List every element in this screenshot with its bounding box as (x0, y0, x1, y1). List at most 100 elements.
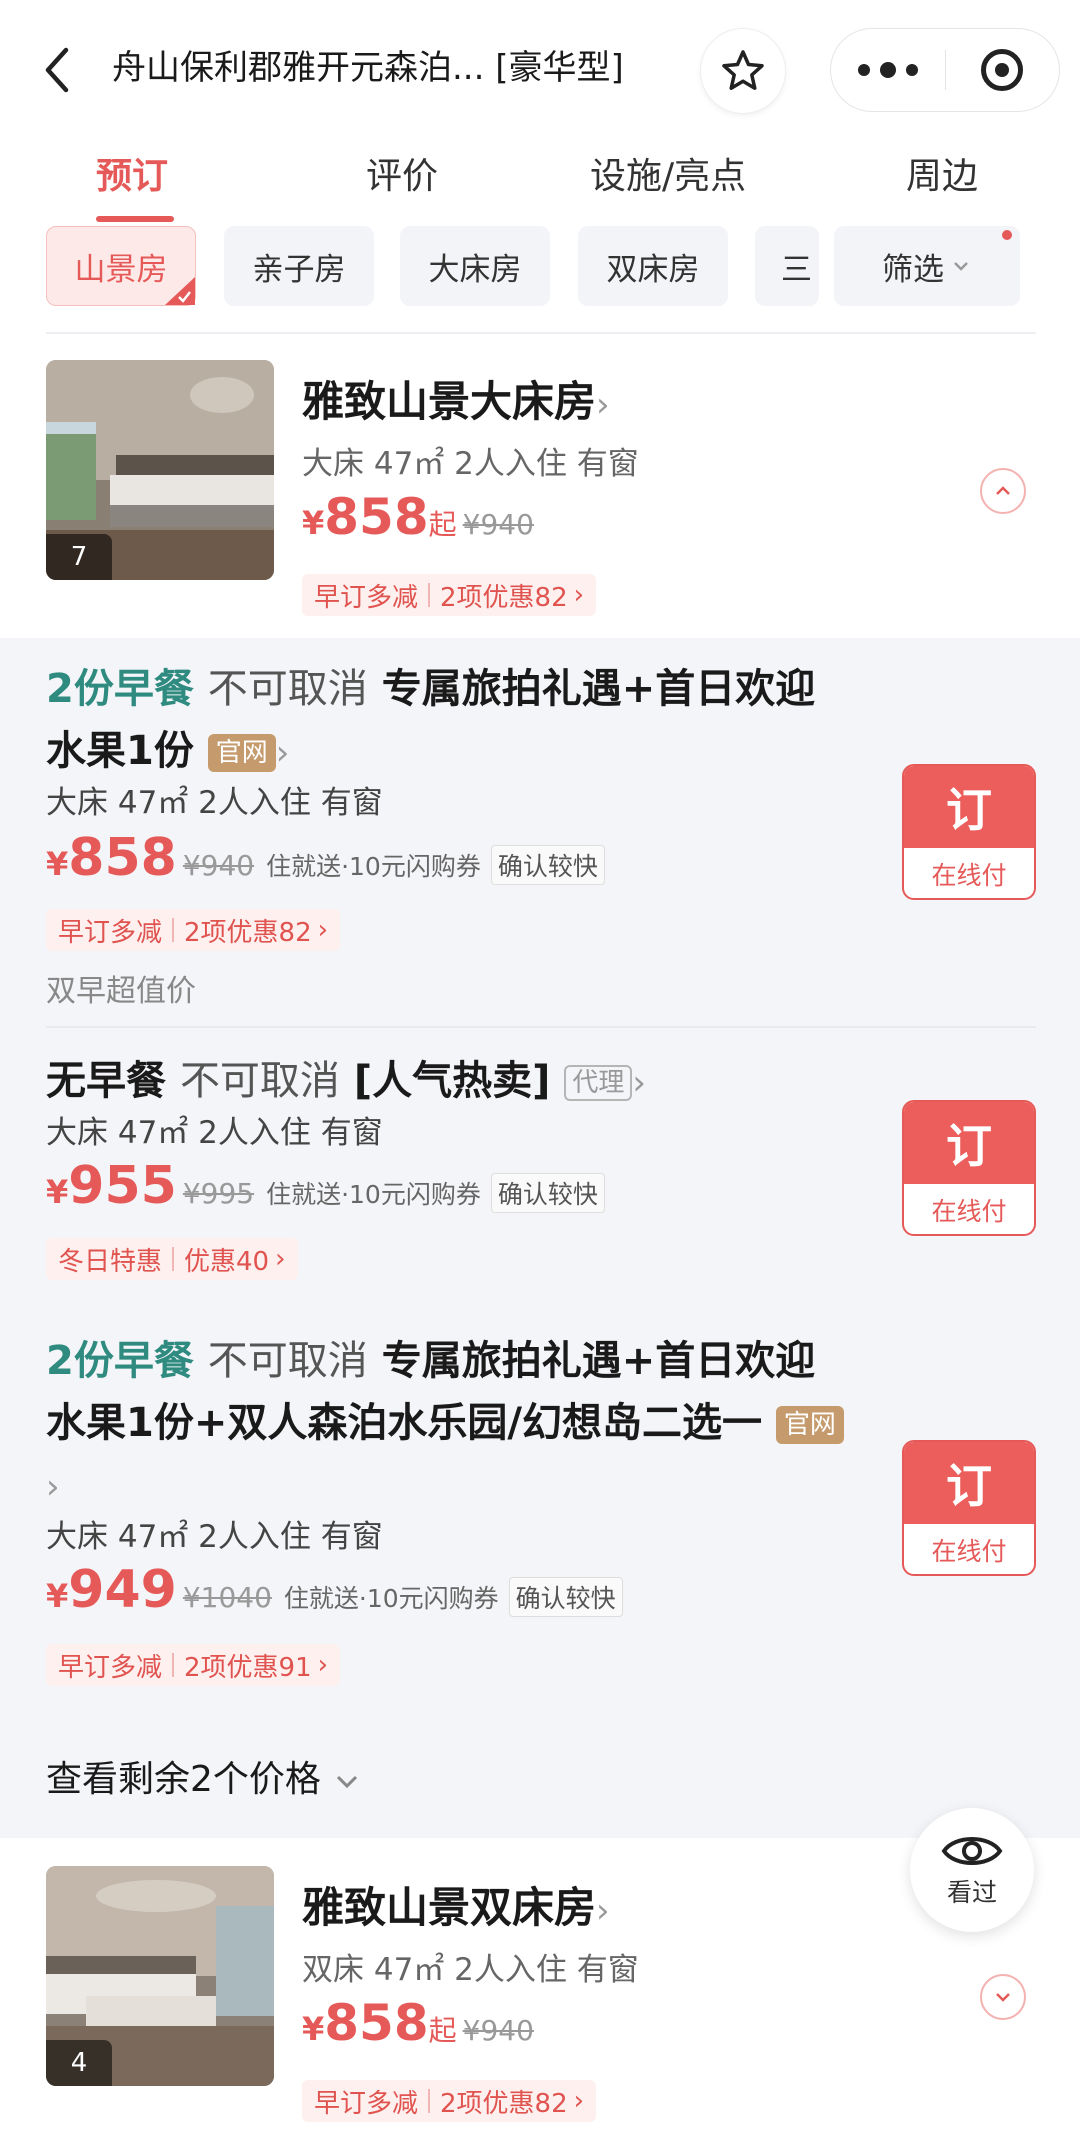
promo-label: 早订多减 (314, 2088, 419, 2119)
price-value: 858 (324, 1994, 429, 2052)
divider (46, 1026, 1036, 1028)
currency: ¥ (302, 2010, 325, 2048)
chip-label: 山景房 (74, 251, 168, 288)
plan-price: ¥955 ¥995 住就送·10元闪购券 确认较快 (46, 1156, 605, 1216)
plan-title[interactable]: 无早餐 不可取消 [人气热卖] 代理 › (46, 1050, 846, 1114)
confirm-badge: 确认较快 (490, 1173, 605, 1213)
star-icon (722, 50, 764, 90)
price-value: 858 (324, 488, 429, 546)
plan-price: ¥858 ¥940 住就送·10元闪购券 确认较快 (46, 828, 605, 888)
plan-name: [人气热卖] (353, 1058, 551, 1104)
confirm-badge: 确认较快 (490, 845, 605, 885)
hotel-room-list-page: 舟山保利郡雅开元森泊... [豪华型] 预订 评价 设施/亮点 周边 山景房 亲… (0, 0, 1080, 2144)
book-button[interactable]: 订 在线付 (902, 1100, 1036, 1236)
room-name[interactable]: 雅致山景大床房› (302, 372, 610, 435)
promo-discount: 2项优惠82 (440, 2088, 568, 2119)
original-price: ¥940 (462, 2014, 534, 2047)
official-tag: 官网 (775, 1406, 844, 1444)
price-value: 949 (68, 1560, 177, 1620)
book-button[interactable]: 订 在线付 (902, 764, 1036, 900)
filter-active-dot (1002, 230, 1012, 240)
breakfast-label: 2份早餐 (46, 1338, 194, 1384)
plan-title[interactable]: 2份早餐 不可取消 专属旅拍礼遇+首日欢迎水果1份+双人森泊水乐园/幻想岛二选一… (46, 1330, 846, 1518)
pay-online-label: 在线付 (931, 1537, 1007, 1566)
plan-meta: 大床 47㎡ 2人入住 有窗 (46, 1519, 383, 1555)
original-price: ¥995 (182, 1177, 255, 1210)
room-photo[interactable]: 4 (46, 1866, 274, 2086)
original-price: ¥940 (182, 849, 255, 882)
tab-facilities[interactable]: 设施/亮点 (590, 150, 746, 204)
room-price: ¥858起 ¥940 (302, 1994, 534, 2052)
cancel-policy: 不可取消 (207, 666, 368, 712)
book-label: 订 (904, 766, 1034, 848)
promo-discount: 2项优惠82 (184, 917, 312, 948)
room-photo[interactable]: 7 (46, 360, 274, 580)
promo-tag[interactable]: 早订多减 2项优惠82 › (302, 574, 597, 616)
check-corner-icon (165, 277, 195, 305)
chevron-right-icon: › (46, 1467, 60, 1507)
chevron-down-icon (337, 1775, 358, 1789)
promo-tag[interactable]: 早订多减 2项优惠82 › (46, 909, 341, 951)
more-dots-icon[interactable] (831, 29, 945, 111)
currency: ¥ (302, 504, 325, 542)
back-arrow-icon[interactable] (38, 44, 78, 96)
book-button[interactable]: 订 在线付 (902, 1440, 1036, 1576)
perk-text: 住就送·10元闪购券 (283, 1584, 499, 1613)
active-tab-indicator (96, 216, 174, 222)
tab-nearby[interactable]: 周边 (906, 150, 978, 204)
plan-meta: 大床 47㎡ 2人入住 有窗 (46, 1115, 383, 1151)
room-meta: 双床 47㎡ 2人入住 有窗 (302, 1952, 639, 1988)
eye-icon (941, 1837, 1003, 1865)
favorite-button[interactable] (700, 28, 786, 114)
tab-reviews[interactable]: 评价 (366, 150, 438, 204)
promo-tag[interactable]: 早订多减 2项优惠91 › (46, 1644, 341, 1686)
room-name[interactable]: 雅致山景双床房› (302, 1878, 610, 1941)
promo-label: 早订多减 (58, 1652, 163, 1683)
room-name-text: 雅致山景双床房 (302, 1883, 597, 1932)
promo-discount: 优惠40 (184, 1246, 270, 1277)
original-price: ¥1040 (182, 1581, 272, 1614)
promo-label: 早订多减 (314, 582, 419, 613)
close-miniprogram-button[interactable] (946, 29, 1060, 111)
tab-booking[interactable]: 预订 (96, 150, 168, 204)
chevron-down-icon (996, 1993, 1010, 2002)
viewed-history-button[interactable]: 看过 (910, 1808, 1034, 1932)
more-prices-label: 查看剩余2个价格 (46, 1759, 321, 1800)
chevron-right-icon: › (596, 384, 610, 425)
chip-king-bed[interactable]: 大床房 (400, 226, 550, 306)
breakfast-label: 2份早餐 (46, 666, 194, 712)
price-value: 955 (68, 1156, 177, 1216)
promo-tag[interactable]: 早订多减 2项优惠82 › (302, 2080, 597, 2122)
plan-note: 双早超值价 (46, 974, 196, 1009)
promo-tag[interactable]: 冬日特惠 优惠40 › (46, 1238, 298, 1280)
room-meta: 大床 47㎡ 2人入住 有窗 (302, 446, 639, 482)
pay-online-label: 在线付 (931, 861, 1007, 890)
chevron-right-icon: › (275, 733, 290, 773)
chip-family-room[interactable]: 亲子房 (224, 226, 374, 306)
chip-triple[interactable]: 三 (755, 226, 819, 306)
chip-twin-bed[interactable]: 双床房 (578, 226, 728, 306)
breakfast-label: 无早餐 (46, 1058, 166, 1104)
currency: ¥ (46, 1577, 69, 1615)
promo-discount: 2项优惠82 (440, 582, 568, 613)
plan-title[interactable]: 2份早餐 不可取消 专属旅拍礼遇+首日欢迎水果1份 官网 › (46, 658, 846, 784)
view-more-prices[interactable]: 查看剩余2个价格 (46, 1750, 362, 1802)
page-title: 舟山保利郡雅开元森泊... [豪华型] (112, 48, 624, 88)
chevron-down-icon (954, 262, 968, 271)
filter-button[interactable]: 筛选 (834, 226, 1020, 306)
book-label: 订 (904, 1102, 1034, 1184)
mini-program-capsule (830, 28, 1060, 112)
perk-text: 住就送·10元闪购券 (266, 1180, 481, 1209)
divider (46, 332, 1036, 334)
photo-count-badge: 4 (46, 2040, 112, 2086)
promo-label: 冬日特惠 (58, 1246, 163, 1277)
chip-mountain-view[interactable]: 山景房 (46, 226, 196, 306)
currency: ¥ (46, 1173, 69, 1211)
pay-online-label: 在线付 (931, 1197, 1007, 1226)
price-suffix: 起 (428, 2014, 457, 2047)
collapse-button[interactable] (980, 468, 1026, 514)
expand-button[interactable] (980, 1974, 1026, 2020)
price-value: 858 (68, 828, 177, 888)
plan-price: ¥949 ¥1040 住就送·10元闪购券 确认较快 (46, 1560, 623, 1620)
chevron-right-icon: › (632, 1063, 646, 1103)
